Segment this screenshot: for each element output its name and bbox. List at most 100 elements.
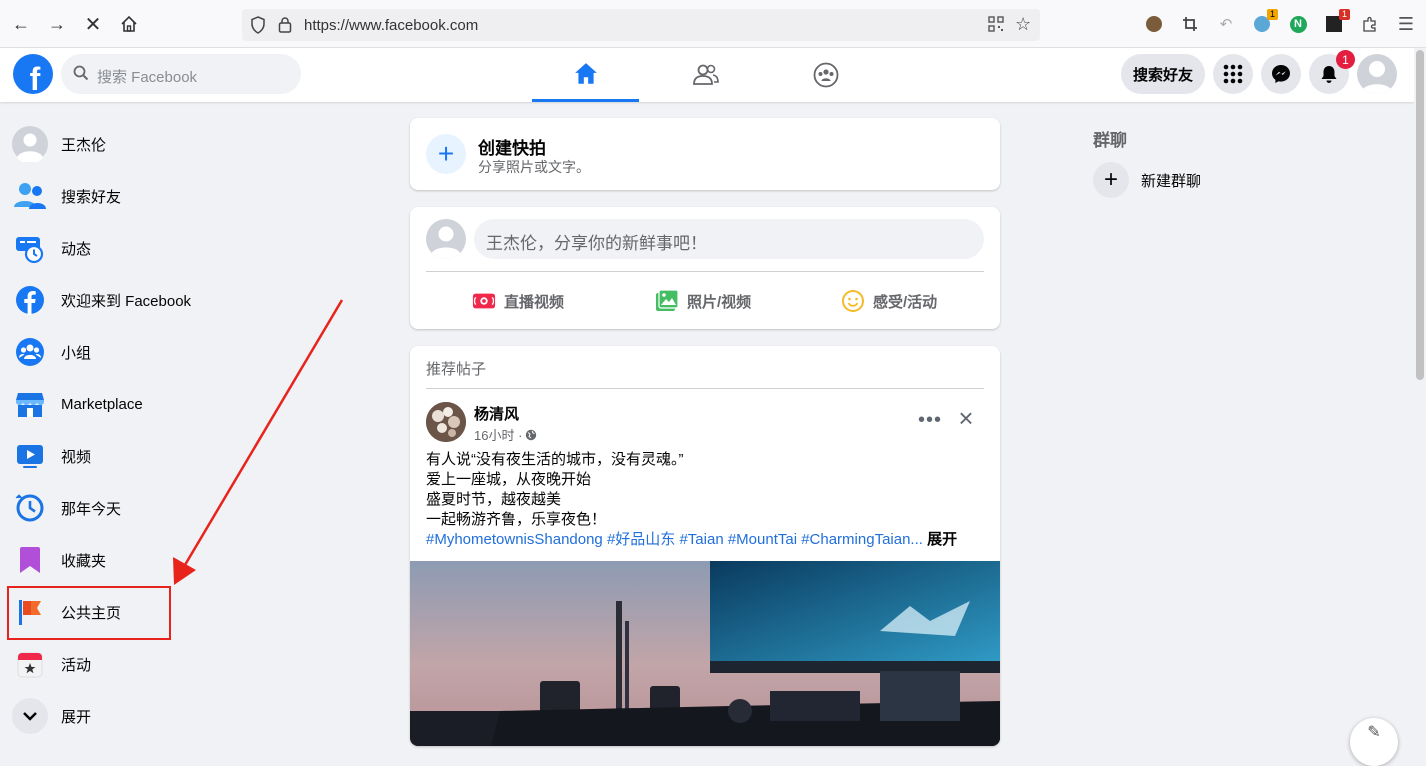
- tab-home[interactable]: [532, 48, 639, 102]
- sidebar-item-label: 收藏夹: [61, 552, 107, 570]
- chevron-down-icon: [12, 698, 48, 734]
- post-line: 爱上一座城，从夜晚开始: [426, 471, 592, 488]
- more-options-icon[interactable]: •••: [918, 408, 942, 432]
- post-time-text: 16小时 ·: [474, 428, 523, 443]
- sidebar-item-profile[interactable]: 王杰伦: [8, 118, 348, 170]
- url-text[interactable]: https://www.facebook.com: [304, 17, 478, 34]
- back-icon[interactable]: ←: [9, 12, 33, 36]
- sidebar-item-find-friends[interactable]: 搜索好友: [8, 170, 348, 222]
- live-video-label: 直播视频: [504, 293, 565, 311]
- extension-avatar-icon[interactable]: [1143, 13, 1165, 35]
- calendar-icon: [12, 646, 48, 682]
- friends-icon: [12, 178, 48, 214]
- post-line: 有人说“没有夜生活的城市，没有灵魂。”: [426, 451, 684, 468]
- smiley-icon: [841, 289, 865, 313]
- expand-link[interactable]: 展开: [927, 531, 957, 548]
- search-placeholder: 搜索 Facebook: [97, 69, 198, 86]
- browser-toolbar: ← → ✕ https://www.facebook.com ☆ ↶ 1 N 1…: [0, 0, 1426, 48]
- sidebar-item-events[interactable]: 活动: [8, 638, 348, 690]
- extension-badge: 1: [1338, 9, 1350, 20]
- live-video-button[interactable]: 直播视频: [472, 287, 564, 315]
- new-message-float-button[interactable]: ✎: [1350, 718, 1398, 766]
- groups-icon: [12, 334, 48, 370]
- account-avatar[interactable]: [1357, 54, 1397, 94]
- clock-icon: [12, 490, 48, 526]
- bookmark-star-icon[interactable]: ☆: [1015, 14, 1031, 35]
- avatar[interactable]: [426, 219, 466, 259]
- shield-icon[interactable]: [250, 16, 266, 39]
- post-text: 有人说“没有夜生活的城市，没有灵魂。” 爱上一座城，从夜晚开始 盛夏时节，越夜越…: [426, 450, 957, 550]
- sidebar-item-label: 展开: [61, 708, 92, 726]
- facebook-icon: [12, 282, 48, 318]
- logo-letter: f: [29, 61, 41, 94]
- notifications-button[interactable]: 1: [1309, 50, 1355, 94]
- messenger-button[interactable]: [1261, 54, 1301, 94]
- tab-friends[interactable]: [652, 48, 759, 102]
- feeling-activity-button[interactable]: 感受/活动: [841, 287, 937, 315]
- forward-icon[interactable]: →: [45, 12, 69, 36]
- story-title: 创建快拍: [478, 139, 546, 158]
- sidebar-item-feed[interactable]: 动态: [8, 222, 348, 274]
- notification-count-badge: 1: [1336, 50, 1355, 69]
- live-video-icon: [472, 289, 496, 313]
- video-icon: [12, 438, 48, 474]
- messenger-icon: [1272, 65, 1290, 83]
- search-icon: [73, 65, 89, 81]
- author-avatar[interactable]: [426, 402, 466, 442]
- marketplace-icon: [12, 386, 48, 422]
- scroll-thumb[interactable]: [1416, 50, 1424, 380]
- story-subtitle: 分享照片或文字。: [478, 159, 590, 175]
- status-input[interactable]: 王杰伦，分享你的新鲜事吧！: [474, 219, 984, 259]
- highlight-annotation-box: [7, 586, 171, 640]
- facebook-logo[interactable]: f: [13, 54, 53, 94]
- suggested-post-card: 推荐帖子 杨清风 16小时 · ••• × 有人说“没有夜生活的城市，没有灵魂。…: [410, 346, 1000, 746]
- globe-icon: [526, 429, 537, 440]
- tab-groups[interactable]: [772, 48, 879, 102]
- friends-icon: [692, 64, 719, 85]
- menu-icon[interactable]: ☰: [1395, 13, 1417, 35]
- plus-icon: +: [1093, 162, 1129, 198]
- photo-video-label: 照片/视频: [687, 293, 752, 311]
- post-photo[interactable]: [410, 561, 1000, 746]
- sidebar-item-label: 那年今天: [61, 500, 122, 518]
- sidebar-item-label: 视频: [61, 448, 92, 466]
- close-icon[interactable]: ×: [954, 403, 978, 433]
- groups-icon: [813, 62, 838, 88]
- photo-icon: [655, 289, 679, 313]
- menu-grid-button[interactable]: [1213, 54, 1253, 94]
- post-line: 一起畅游齐鲁，乐享夜色！: [426, 511, 607, 528]
- new-group-chat-button[interactable]: + 新建群聊: [1093, 162, 1293, 198]
- page-scrollbar[interactable]: [1414, 48, 1426, 734]
- find-friends-button[interactable]: 搜索好友: [1121, 54, 1205, 94]
- extension-badge: 1: [1266, 9, 1278, 20]
- group-chat-title: 群聊: [1093, 131, 1127, 150]
- stop-icon[interactable]: ✕: [81, 12, 105, 36]
- home-icon[interactable]: [117, 12, 141, 36]
- search-input[interactable]: 搜索 Facebook: [61, 54, 301, 94]
- n-extension-icon[interactable]: N: [1287, 13, 1309, 35]
- address-bar[interactable]: https://www.facebook.com ☆: [242, 9, 1040, 41]
- create-story-card[interactable]: + 创建快拍 分享照片或文字。: [410, 118, 1000, 190]
- crop-icon[interactable]: [1179, 13, 1201, 35]
- author-name[interactable]: 杨清风: [474, 403, 519, 424]
- bookmark-icon: [12, 542, 48, 578]
- sidebar-item-label: Marketplace: [61, 395, 143, 413]
- new-group-chat-label: 新建群聊: [1141, 172, 1202, 190]
- puzzle-icon[interactable]: [1359, 13, 1381, 35]
- sidebar-item-expand[interactable]: 展开: [8, 690, 348, 742]
- post-timestamp[interactable]: 16小时 ·: [474, 425, 537, 444]
- plus-icon: +: [426, 134, 466, 174]
- bell-icon: [1321, 66, 1337, 83]
- edit-icon: ✎: [1367, 724, 1381, 741]
- divider: [426, 271, 984, 272]
- lock-icon[interactable]: [278, 16, 292, 39]
- undo-icon[interactable]: ↶: [1215, 13, 1237, 35]
- extension-globe-icon[interactable]: 1: [1251, 9, 1278, 35]
- hashtags-link[interactable]: #MyhometownisShandong #好品山东 #Taian #Moun…: [426, 531, 923, 548]
- facebook-header: f 搜索 Facebook 搜索好友 1: [0, 48, 1414, 102]
- suggested-post-label: 推荐帖子: [426, 361, 487, 378]
- qr-code-icon[interactable]: [988, 16, 1004, 37]
- feeling-activity-label: 感受/活动: [873, 293, 938, 311]
- photo-video-button[interactable]: 照片/视频: [655, 287, 751, 315]
- chart-extension-icon[interactable]: 1: [1323, 9, 1350, 35]
